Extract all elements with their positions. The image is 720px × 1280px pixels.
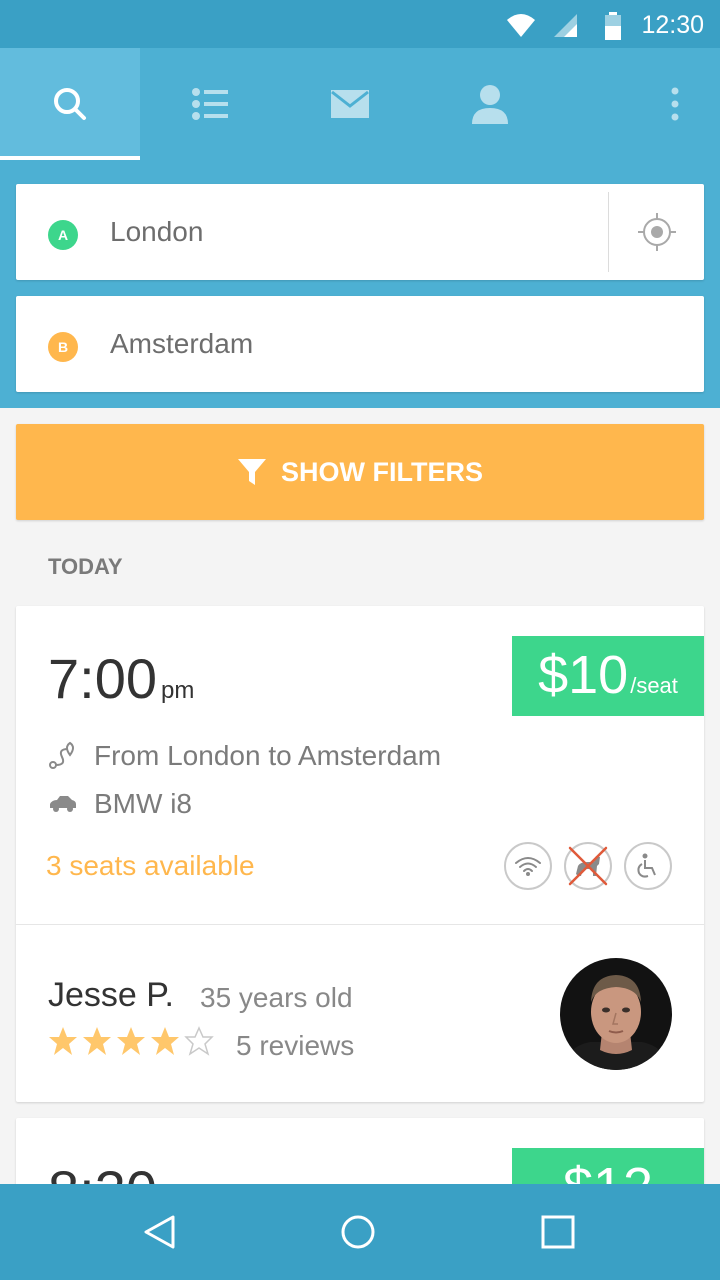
card-divider [16, 924, 704, 925]
tab-list[interactable] [140, 48, 280, 160]
star-empty-icon [184, 1026, 214, 1056]
amenity-wheelchair [624, 842, 672, 890]
origin-field[interactable]: A London [16, 184, 704, 280]
price-amount: $10 [538, 645, 629, 705]
ride-card[interactable]: 7:00 pm $10/seat From London to Amsterdam… [16, 606, 704, 1102]
overflow-menu-button[interactable] [630, 48, 720, 160]
ride-time: 7:00 pm [48, 646, 194, 711]
ride-time-value: 7:00 [48, 647, 157, 710]
filter-icon [238, 459, 266, 485]
star-filled-icon [49, 1027, 77, 1055]
wifi-icon [515, 857, 541, 876]
home-button[interactable] [310, 1184, 406, 1280]
route-text: From London to Amsterdam [94, 740, 442, 771]
home-circle-icon [341, 1215, 375, 1249]
car-row: BMW i8 [48, 788, 192, 820]
status-time: 12:30 [641, 11, 704, 39]
review-count: 5 reviews [236, 1030, 355, 1061]
driver-photo [560, 958, 672, 1070]
my-location-button[interactable] [609, 184, 704, 280]
system-nav-bar [0, 1184, 720, 1280]
driver-avatar[interactable] [560, 958, 672, 1070]
battery-icon [605, 12, 621, 40]
recents-button[interactable] [510, 1184, 606, 1280]
tab-profile[interactable] [420, 48, 560, 160]
price-badge: $10/seat [512, 636, 704, 716]
person-icon [472, 85, 508, 124]
star-filled-icon [117, 1027, 145, 1055]
status-bar: 12:30 [0, 0, 720, 48]
more-vert-icon [671, 87, 679, 121]
origin-value: London [110, 216, 204, 247]
wheelchair-icon [637, 853, 656, 878]
wifi-signal-icon [507, 14, 535, 37]
back-triangle-icon [144, 1215, 175, 1249]
origin-badge: A [48, 220, 78, 250]
tab-messages[interactable] [280, 48, 420, 160]
show-filters-label: SHOW FILTERS [281, 456, 483, 487]
mail-icon [331, 90, 369, 118]
driver-age: 35 years old [200, 982, 353, 1013]
route-icon [49, 741, 74, 769]
destination-value: Amsterdam [110, 328, 254, 359]
amenity-no-pets [564, 842, 612, 890]
destination-badge: B [48, 332, 78, 362]
car-model: BMW i8 [94, 788, 192, 819]
app-bar: A London B Amsterdam [0, 48, 720, 408]
no-pets-icon [568, 846, 608, 886]
driver-name: Jesse P. [48, 976, 175, 1014]
seats-available: 3 seats available [46, 850, 255, 881]
back-button[interactable] [112, 1184, 208, 1280]
recents-square-icon [541, 1215, 575, 1249]
destination-field[interactable]: B Amsterdam [16, 296, 704, 392]
price-unit: /seat [630, 673, 678, 698]
star-filled-icon [83, 1027, 111, 1055]
driver-rating [48, 1026, 214, 1056]
tab-indicator [0, 156, 140, 160]
gps-crosshair-icon [637, 213, 676, 251]
car-icon [50, 796, 76, 812]
star-filled-icon [151, 1027, 179, 1055]
tab-search[interactable] [0, 48, 140, 160]
list-icon [192, 88, 228, 120]
show-filters-button[interactable]: SHOW FILTERS [16, 424, 704, 520]
amenity-wifi [504, 842, 552, 890]
cell-signal-icon [554, 14, 577, 37]
section-header-today: TODAY [48, 554, 123, 579]
route-row: From London to Amsterdam [48, 740, 441, 772]
ride-time-suffix: pm [161, 677, 195, 704]
search-icon [54, 88, 86, 120]
